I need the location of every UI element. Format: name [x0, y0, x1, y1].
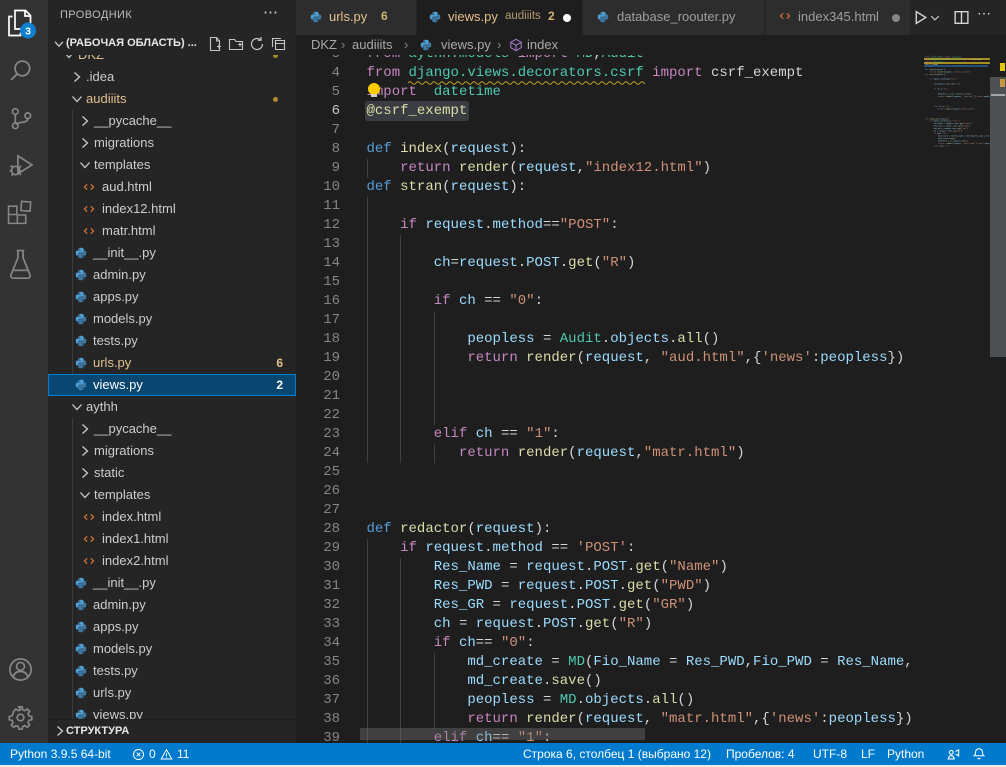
- svg-text:3: 3: [25, 25, 31, 37]
